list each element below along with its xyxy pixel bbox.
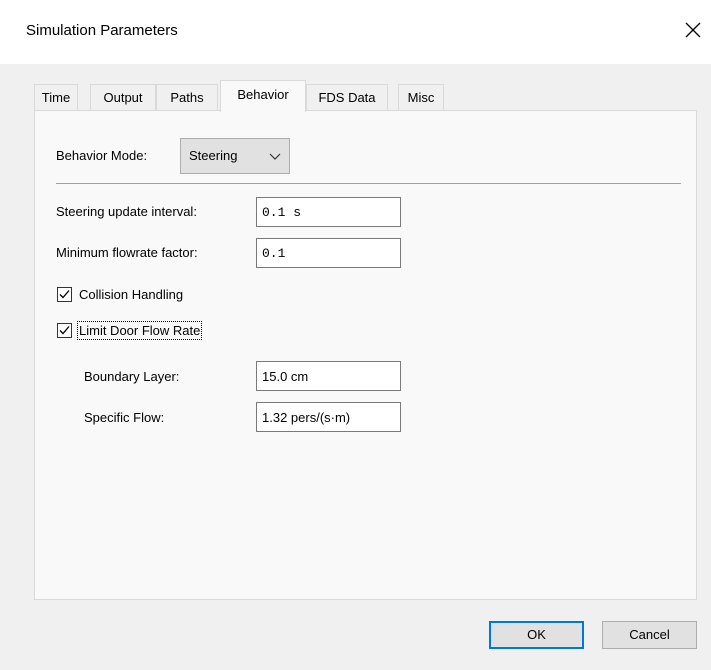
steering-interval-label: Steering update interval:: [56, 204, 197, 219]
boundary-layer-label: Boundary Layer:: [84, 369, 180, 384]
tab-behavior[interactable]: Behavior: [220, 80, 306, 112]
boundary-layer-value: 15.0 cm: [262, 369, 309, 384]
behavior-mode-dropdown[interactable]: Steering: [180, 138, 290, 174]
checkmark-icon: [59, 326, 70, 335]
steering-interval-value: 0.1 s: [262, 205, 302, 220]
behavior-mode-label: Behavior Mode:: [56, 148, 148, 163]
collision-label: Collision Handling: [79, 287, 184, 302]
boundary-layer-input[interactable]: 15.0 cm: [256, 361, 401, 391]
tab-misc[interactable]: Misc: [398, 84, 444, 110]
min-flowrate-input[interactable]: 0.1: [256, 238, 401, 268]
tab-fds-data[interactable]: FDS Data: [306, 84, 388, 110]
cancel-button[interactable]: Cancel: [602, 621, 697, 649]
chevron-down-icon: [269, 153, 281, 160]
min-flowrate-value: 0.1: [262, 246, 286, 261]
specific-flow-label: Specific Flow:: [84, 410, 165, 425]
limit-door-checkbox[interactable]: [57, 323, 72, 338]
collision-checkbox[interactable]: [57, 287, 72, 302]
close-icon[interactable]: [683, 20, 703, 40]
specific-flow-value: 1.32 pers/(s·m): [262, 410, 351, 425]
ok-button[interactable]: OK: [489, 621, 584, 649]
tab-time[interactable]: Time: [34, 84, 78, 110]
separator: [56, 183, 681, 184]
steering-interval-input[interactable]: 0.1 s: [256, 197, 401, 227]
limit-door-label: Limit Door Flow Rate: [76, 321, 203, 340]
title-bar: Simulation Parameters: [0, 0, 711, 64]
tab-paths[interactable]: Paths: [156, 84, 218, 110]
checkmark-icon: [59, 290, 70, 299]
window-title: Simulation Parameters: [26, 22, 178, 39]
tab-output[interactable]: Output: [90, 84, 156, 110]
specific-flow-input[interactable]: 1.32 pers/(s·m): [256, 402, 401, 432]
behavior-mode-value: Steering: [189, 148, 238, 163]
min-flowrate-label: Minimum flowrate factor:: [56, 245, 198, 260]
